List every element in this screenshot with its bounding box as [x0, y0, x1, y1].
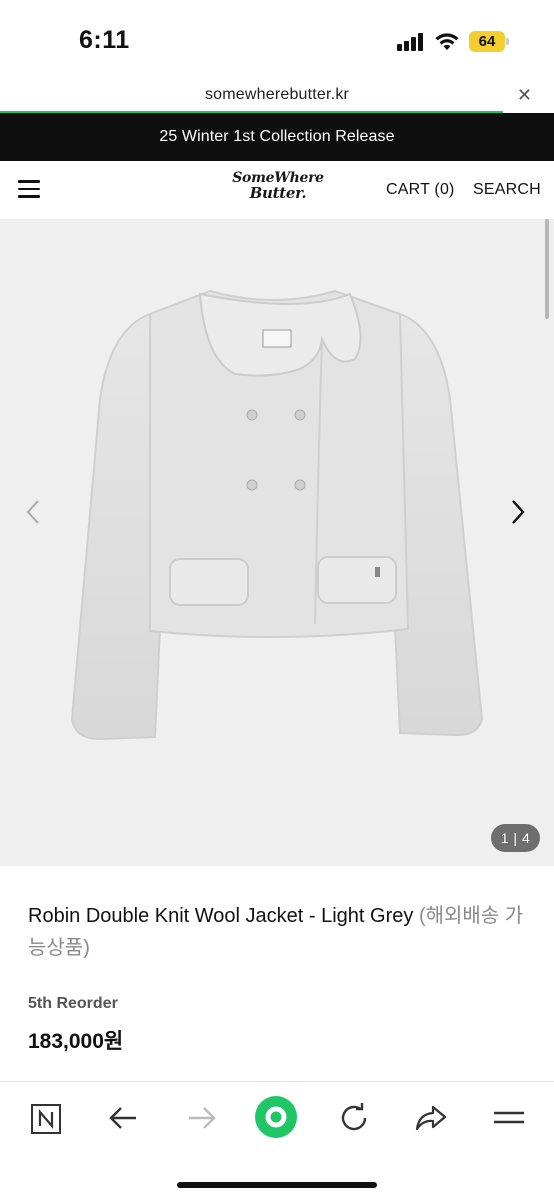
- url-bar[interactable]: somewherebutter.kr ✕: [0, 80, 554, 113]
- site-header: SomeWhere Butter. CART (0) SEARCH: [0, 161, 554, 219]
- logo-line-2: Butter.: [249, 184, 307, 202]
- battery-icon: 64: [469, 31, 509, 52]
- reorder-label: 5th Reorder: [28, 995, 118, 1012]
- product-gallery[interactable]: 1 | 4: [0, 219, 554, 866]
- page-scroll-indicator: [545, 219, 549, 319]
- product-title: Robin Double Knit Wool Jacket - Light Gr…: [28, 900, 533, 964]
- share-icon[interactable]: [411, 1098, 451, 1138]
- chevron-right-icon[interactable]: [510, 499, 526, 530]
- product-price: 183,000원: [28, 1030, 124, 1053]
- back-arrow-icon[interactable]: [104, 1098, 144, 1138]
- wifi-icon: [434, 30, 460, 52]
- product-name: Robin Double Knit Wool Jacket - Light Gr…: [28, 905, 414, 927]
- close-icon[interactable]: ✕: [517, 85, 532, 106]
- cart-link[interactable]: CART (0): [386, 181, 455, 199]
- site-logo[interactable]: SomeWhere Butter.: [228, 171, 328, 211]
- chevron-left-icon[interactable]: [25, 499, 41, 530]
- refresh-icon[interactable]: [334, 1098, 374, 1138]
- search-link[interactable]: SEARCH: [473, 181, 541, 199]
- status-time: 6:11: [79, 26, 130, 54]
- menu-icon[interactable]: [489, 1098, 529, 1138]
- browser-toolbar: [0, 1081, 554, 1200]
- naver-home-icon[interactable]: [26, 1098, 66, 1138]
- product-image: [70, 289, 484, 741]
- announcement-banner[interactable]: 25 Winter 1st Collection Release: [0, 113, 554, 161]
- cellular-signal-icon: [397, 33, 425, 51]
- url-text[interactable]: somewherebutter.kr: [0, 86, 554, 104]
- green-dot-icon[interactable]: [253, 1094, 299, 1140]
- hamburger-menu-icon[interactable]: [18, 180, 40, 198]
- status-bar: 6:11 64: [0, 0, 554, 80]
- home-indicator: [177, 1182, 377, 1188]
- image-counter: 1 | 4: [491, 824, 540, 852]
- forward-arrow-icon[interactable]: [181, 1098, 221, 1138]
- battery-level: 64: [478, 33, 496, 50]
